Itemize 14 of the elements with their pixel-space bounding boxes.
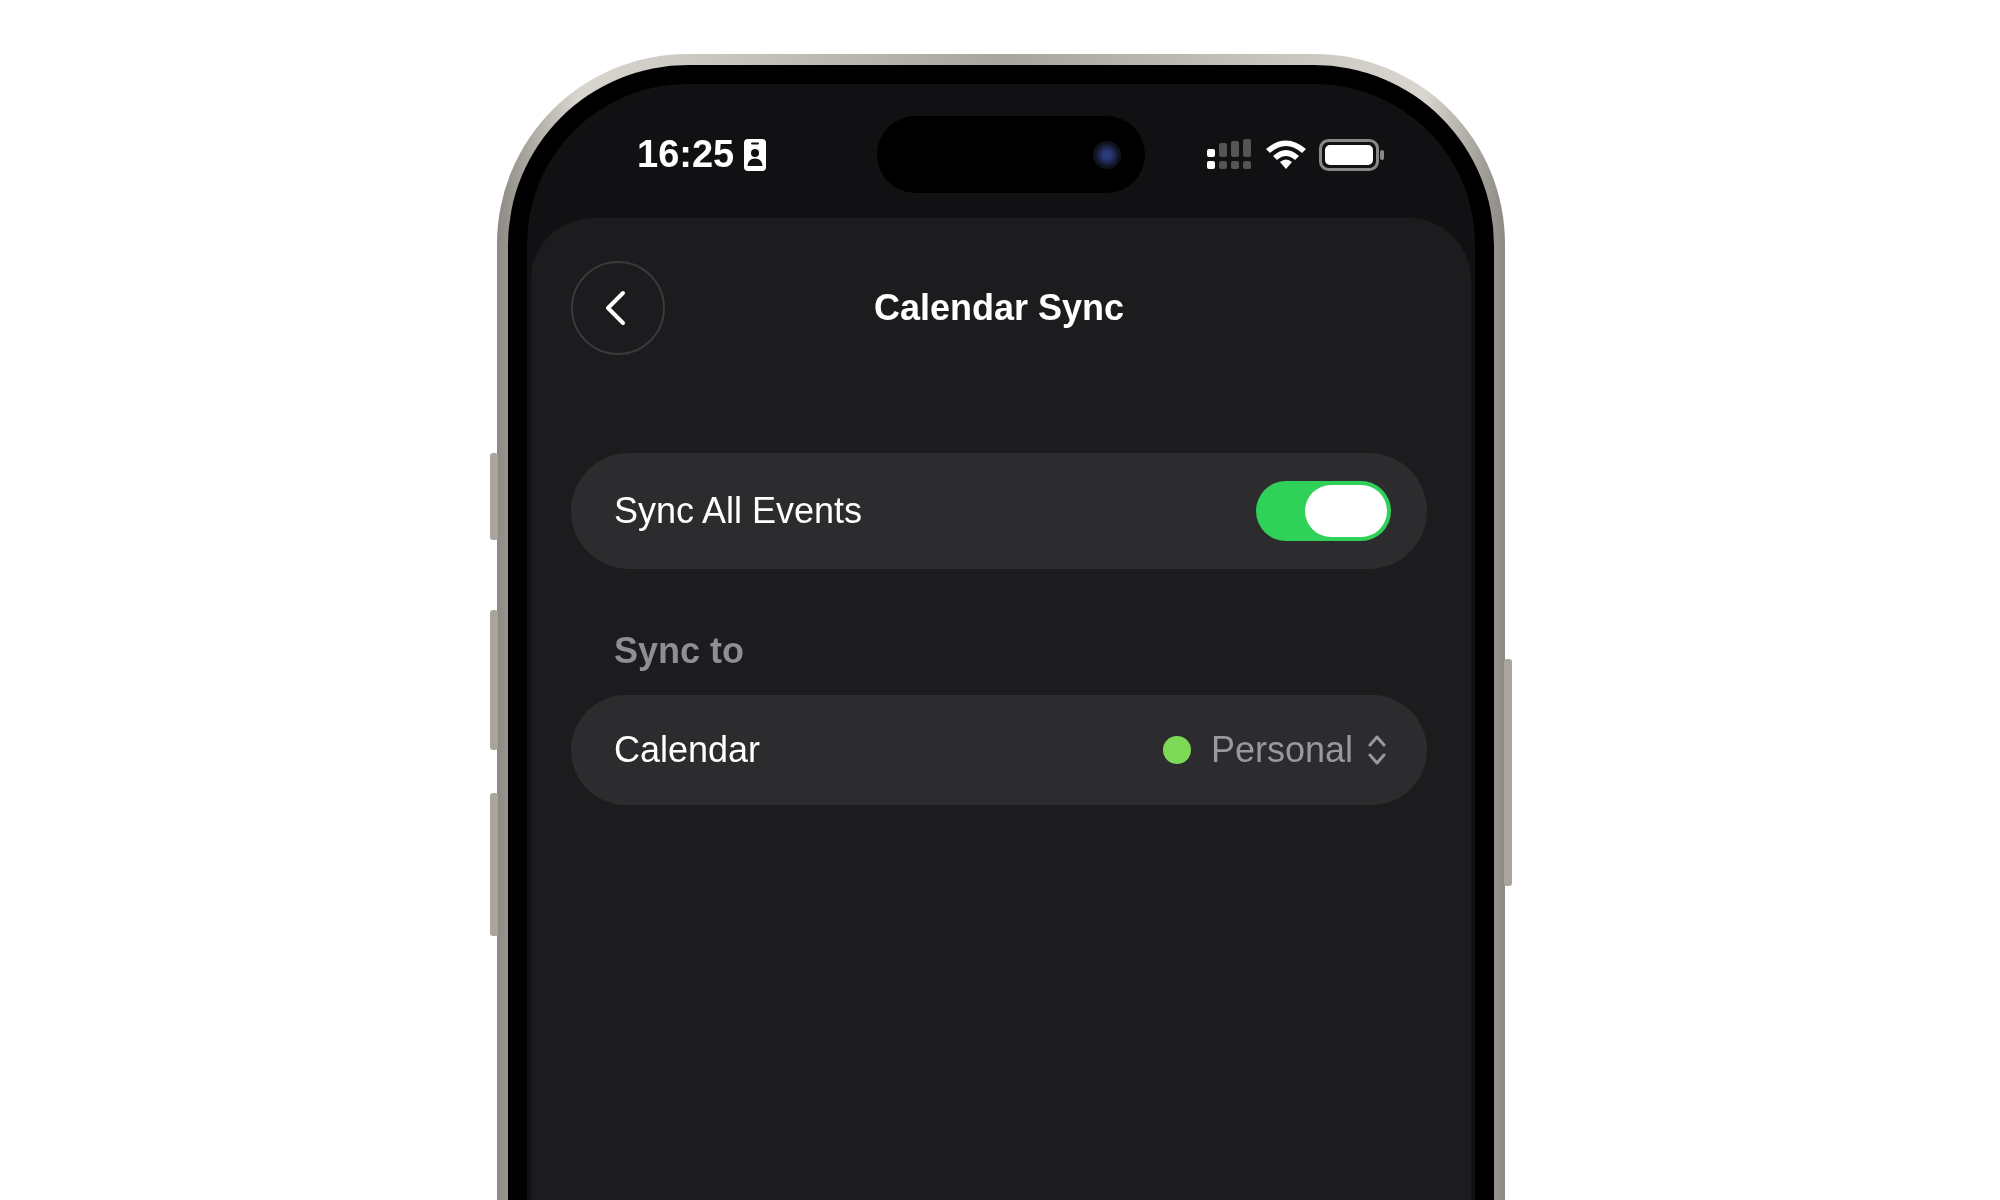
settings-row[interactable]: Calendar Personal: [571, 695, 1427, 805]
row-label: Calendar: [614, 729, 761, 771]
signal-icon: [1207, 138, 1253, 171]
back-chevron-icon: [603, 290, 627, 326]
picker-value[interactable]: Personal: [1210, 729, 1353, 771]
up-down-chevron-icon: [1367, 733, 1387, 767]
screen-title: Calendar Sync: [872, 287, 1126, 329]
clock-time: 16:25: [637, 133, 735, 176]
battery-icon: [1319, 138, 1385, 171]
contact-card-icon: [744, 138, 767, 171]
wifi-icon: [1265, 139, 1307, 170]
section-label: Sync to: [614, 629, 746, 673]
row-label: Sync All Events: [614, 490, 863, 532]
toggle-switch[interactable]: [1256, 481, 1391, 541]
